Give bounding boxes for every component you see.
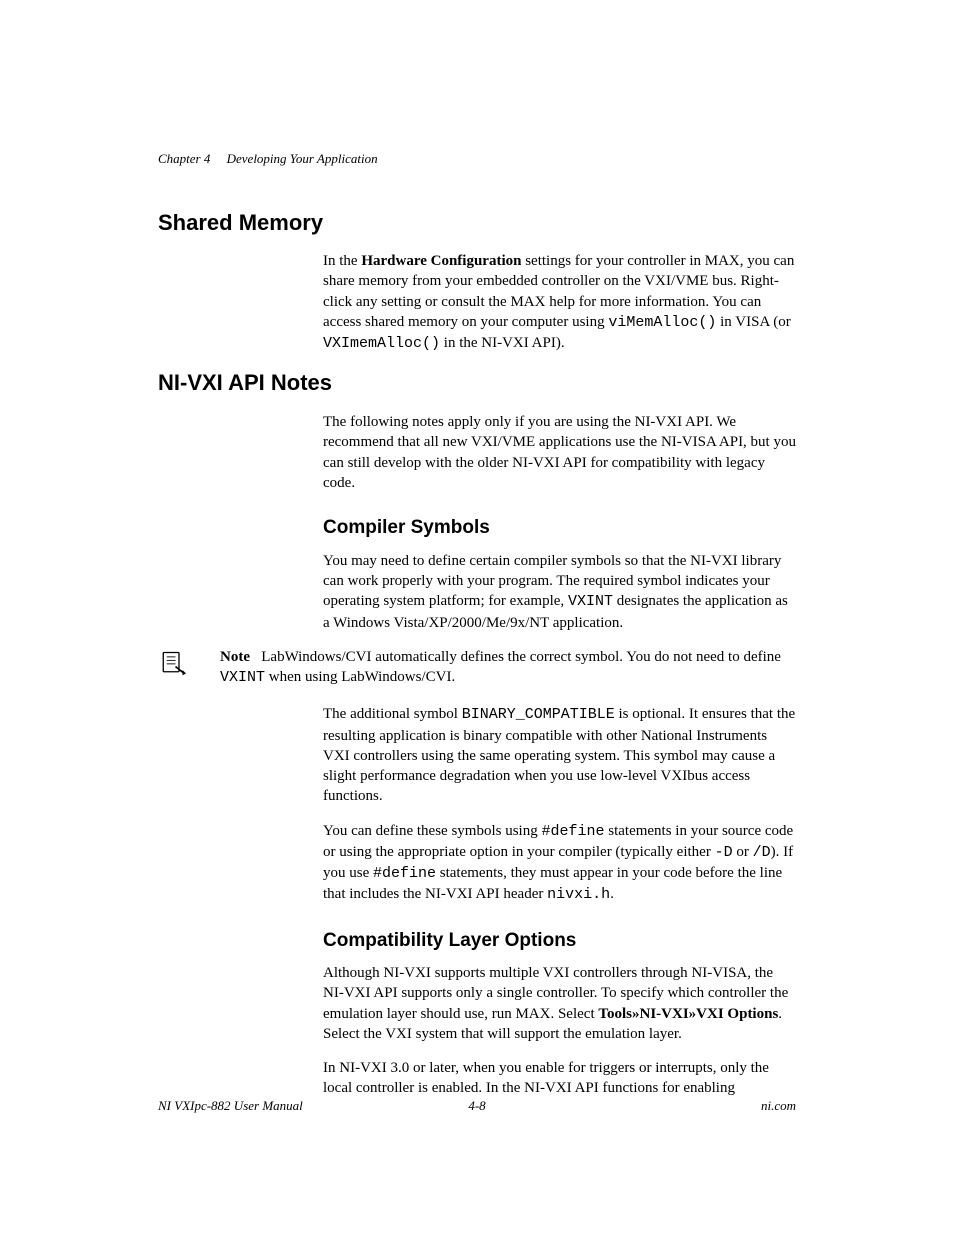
compiler-p1: You may need to define certain compiler … bbox=[323, 551, 796, 633]
running-header: Chapter 4 Developing Your Application bbox=[158, 150, 796, 168]
compiler-body-cont: The additional symbol BINARY_COMPATIBLE … bbox=[323, 704, 796, 1098]
shared-memory-body: In the Hardware Configuration settings f… bbox=[323, 251, 796, 354]
footer-center: 4-8 bbox=[158, 1097, 796, 1115]
heading-compat: Compatibility Layer Options bbox=[323, 928, 796, 954]
compiler-p2: The additional symbol BINARY_COMPATIBLE … bbox=[323, 704, 796, 806]
heading-shared-memory: Shared Memory bbox=[158, 208, 796, 238]
api-notes-body: The following notes apply only if you ar… bbox=[323, 412, 796, 633]
page: Chapter 4 Developing Your Application Sh… bbox=[0, 0, 954, 1235]
note-block: Note LabWindows/CVI automatically define… bbox=[158, 647, 796, 689]
shared-memory-p1: In the Hardware Configuration settings f… bbox=[323, 251, 796, 354]
heading-compiler-symbols: Compiler Symbols bbox=[323, 515, 796, 541]
compat-p2: In NI-VXI 3.0 or later, when you enable … bbox=[323, 1058, 796, 1099]
chapter-number: Chapter 4 bbox=[158, 151, 210, 166]
compat-p1: Although NI-VXI supports multiple VXI co… bbox=[323, 963, 796, 1044]
chapter-title: Developing Your Application bbox=[227, 151, 378, 166]
note-icon bbox=[158, 649, 186, 683]
note-text: Note LabWindows/CVI automatically define… bbox=[220, 647, 796, 689]
api-notes-p1: The following notes apply only if you ar… bbox=[323, 412, 796, 493]
compiler-p3: You can define these symbols using #defi… bbox=[323, 821, 796, 906]
heading-api-notes: NI-VXI API Notes bbox=[158, 368, 796, 398]
footer: NI VXIpc-882 User Manual 4-8 ni.com bbox=[158, 1097, 796, 1115]
